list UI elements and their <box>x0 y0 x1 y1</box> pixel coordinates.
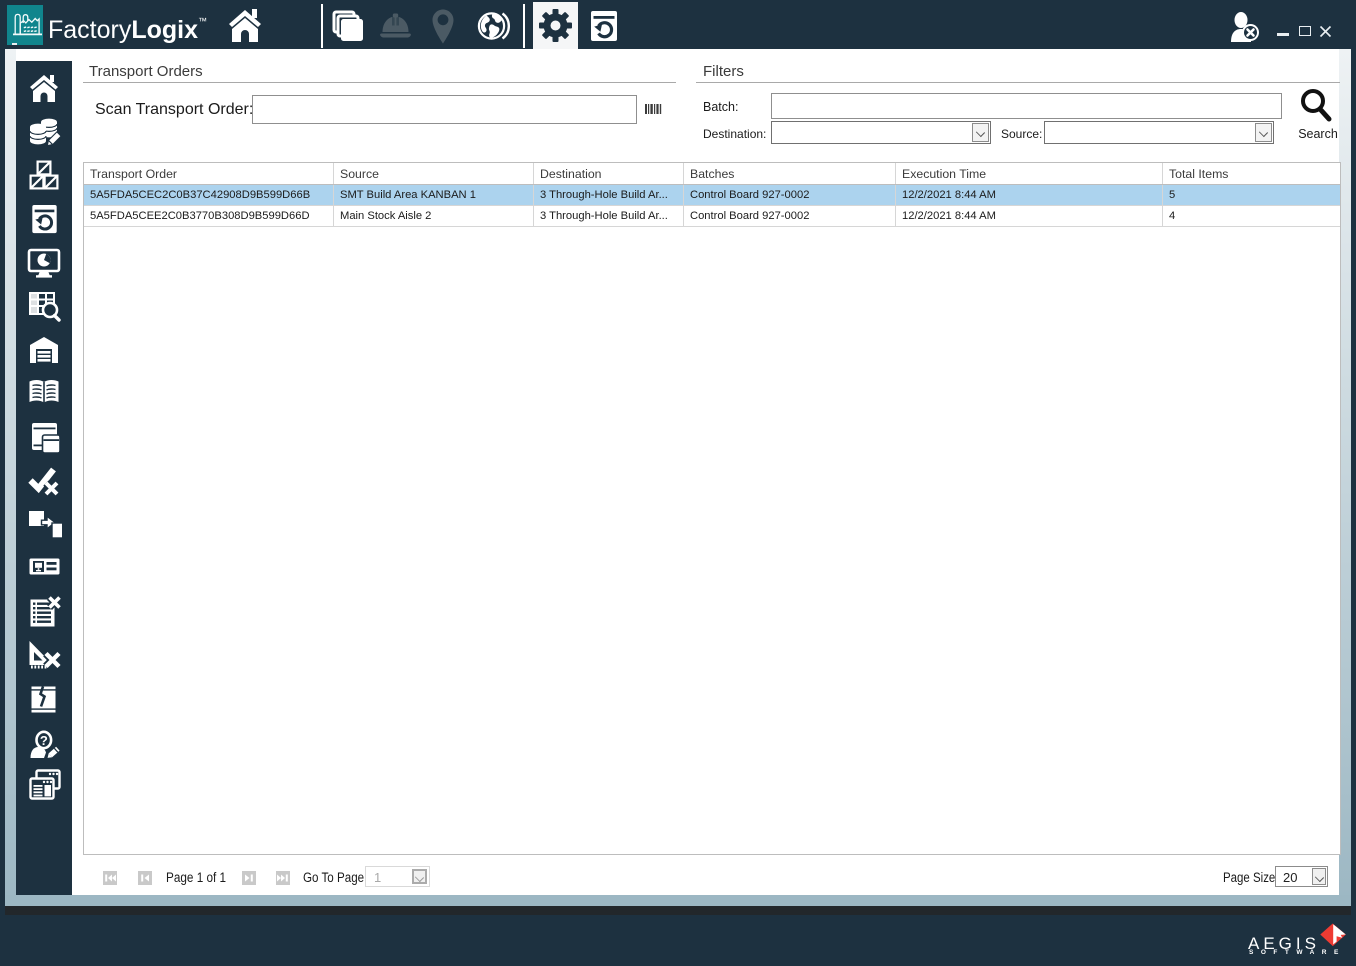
svg-text:?: ? <box>40 733 48 748</box>
